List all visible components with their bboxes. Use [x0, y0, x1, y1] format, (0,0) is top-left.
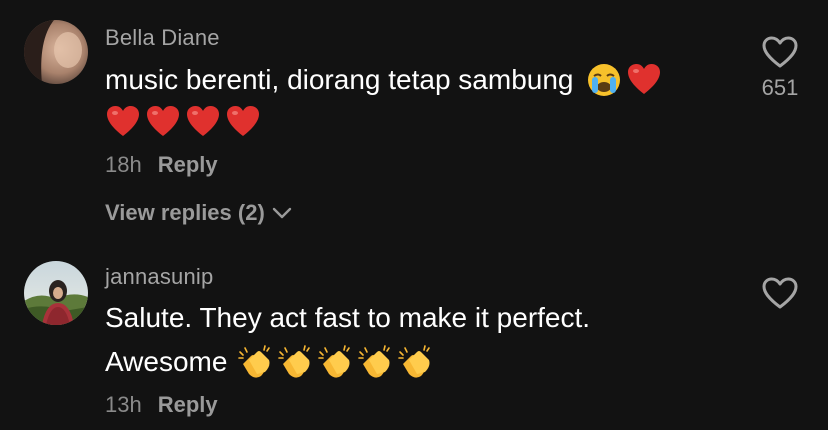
heart-outline-icon [762, 36, 798, 68]
comment-text: music berenti, diorang tetap sambung [105, 62, 666, 98]
clapping-hands-icon [397, 344, 433, 380]
comment-meta: 13h Reply [105, 392, 218, 418]
comment-text-line-2: Awesome [105, 344, 437, 380]
red-heart-icon [225, 104, 261, 140]
red-heart-icon [145, 104, 181, 140]
clapping-hands-icon [357, 344, 393, 380]
reply-button[interactable]: Reply [158, 392, 218, 418]
comment-item: Bella Diane music berenti, diorang tetap… [0, 0, 828, 250]
red-heart-icon [185, 104, 221, 140]
comment-text-line: music berenti, diorang tetap sambung [105, 64, 574, 95]
comment-text-line: Awesome [105, 346, 228, 377]
timestamp: 13h [105, 392, 142, 417]
like-count: 651 [761, 75, 799, 100]
timestamp: 18h [105, 152, 142, 177]
reply-button[interactable]: Reply [158, 152, 218, 178]
heart-outline-icon [762, 277, 798, 309]
clapping-hands-icon [317, 344, 353, 380]
like-button[interactable]: 651 [760, 35, 800, 101]
comment-text-line: Salute. They act fast to make it perfect… [105, 302, 591, 333]
view-replies-label: View replies (2) [105, 200, 265, 225]
view-replies-button[interactable]: View replies (2) [105, 200, 293, 226]
avatar[interactable] [24, 20, 88, 84]
comment-item: jannasunip Salute. They act fast to make… [0, 250, 828, 430]
clapping-hands-icon [277, 344, 313, 380]
avatar[interactable] [24, 261, 88, 325]
clapping-hands-icon [237, 344, 273, 380]
comment-text-line-2 [105, 104, 265, 140]
username[interactable]: Bella Diane [105, 25, 220, 51]
comment-meta: 18h Reply [105, 152, 218, 178]
chevron-down-icon [272, 207, 291, 219]
crying-face-icon [586, 62, 622, 98]
red-heart-icon [626, 62, 662, 98]
like-button[interactable] [760, 276, 800, 310]
red-heart-icon [105, 104, 141, 140]
comment-text: Salute. They act fast to make it perfect… [105, 302, 590, 334]
username[interactable]: jannasunip [105, 264, 213, 290]
